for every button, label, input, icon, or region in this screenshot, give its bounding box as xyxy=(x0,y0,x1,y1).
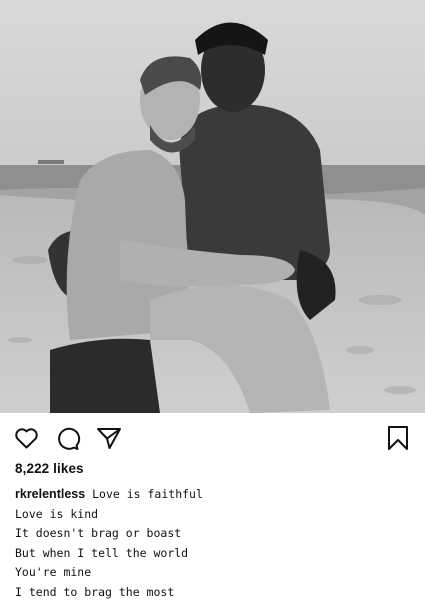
caption-line: I tend to brag the most xyxy=(15,583,415,602)
comment-icon[interactable] xyxy=(56,426,81,451)
caption-first-line: Love is faithful xyxy=(92,487,203,501)
caption-line: Love is kind xyxy=(15,505,415,525)
post-actions-bar xyxy=(0,413,425,463)
heart-icon[interactable] xyxy=(14,426,39,450)
post-photo[interactable] xyxy=(0,0,425,413)
caption-line: You're mine xyxy=(15,563,415,583)
caption-username[interactable]: rkrelentless xyxy=(15,487,85,501)
caption-line: But when I tell the world xyxy=(15,544,415,564)
likes-count[interactable]: 8,222 likes xyxy=(15,461,84,476)
bookmark-icon[interactable] xyxy=(387,425,409,451)
photo-image xyxy=(0,0,425,413)
share-icon[interactable] xyxy=(96,426,122,450)
caption-line: It doesn't brag or boast xyxy=(15,524,415,544)
post-caption: rkrelentless Love is faithful Love is ki… xyxy=(15,485,415,602)
